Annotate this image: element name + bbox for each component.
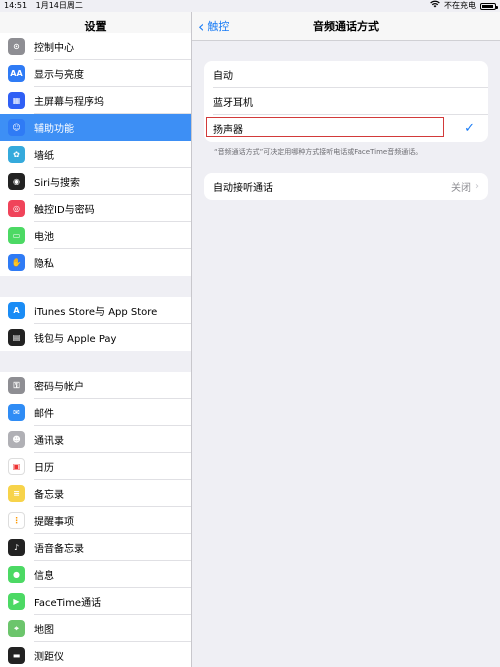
sidebar-item[interactable]: ☻ 通讯录: [0, 426, 191, 453]
page-title: 音频通话方式: [313, 20, 379, 33]
sidebar-item[interactable]: ≡ 备忘录: [0, 480, 191, 507]
sidebar-item-label: 控制中心: [34, 43, 74, 54]
option-speaker[interactable]: 扬声器 ✓: [204, 115, 488, 142]
flower-icon: ✿: [8, 146, 25, 163]
option-auto[interactable]: 自动: [204, 61, 488, 88]
sidebar-item[interactable]: ⋮ 提醒事项: [0, 507, 191, 534]
sidebar-item-label: 触控ID与密码: [34, 205, 95, 216]
sidebar-item-label: 钱包与 Apple Pay: [34, 334, 117, 345]
sidebar-item[interactable]: ☺ 辅助功能: [0, 114, 191, 141]
appstore-icon: A: [8, 302, 25, 319]
sidebar-item[interactable]: ♪ 语音备忘录: [0, 534, 191, 561]
aa-icon: AA: [8, 65, 25, 82]
key-icon: ⚿: [8, 377, 25, 394]
sidebar-item[interactable]: ⌖ 地图: [0, 615, 191, 642]
status-date: 1月14日周二: [35, 1, 83, 10]
settings-group: ⚿ 密码与帐户 ✉ 邮件 ☻ 通讯录 ▣ 日历 ≡ 备忘录 ⋮ 提醒事项 ♪ 语音备忘录 ● 信息 ▶ FaceT…: [0, 372, 191, 667]
sidebar-item-label: 日历: [34, 463, 54, 474]
sidebar-item-label: 语音备忘录: [34, 544, 84, 555]
sidebar-item[interactable]: ✿ 墙纸: [0, 141, 191, 168]
settings-group: AiTunes Store与 App Store ▤ 钱包与 Apple Pay: [0, 297, 191, 351]
option-label: 自动: [213, 71, 233, 82]
sidebar-item-label: FaceTime通话: [34, 598, 102, 609]
sidebar-item[interactable]: ● 信息: [0, 561, 191, 588]
option-label: 蓝牙耳机: [213, 98, 253, 109]
sidebar-item-label: 隐私: [34, 259, 54, 270]
siri-icon: ◉: [8, 173, 25, 190]
facetime-icon: ▶: [8, 593, 25, 610]
hand-icon: ✋: [8, 254, 25, 271]
sidebar-item[interactable]: ✋ 隐私: [0, 249, 191, 276]
audio-route-options: 自动 蓝牙耳机 扬声器 ✓: [204, 61, 488, 142]
sidebar-item[interactable]: AA 显示与亮度: [0, 60, 191, 87]
sidebar-item[interactable]: ✉ 邮件: [0, 399, 191, 426]
grid-icon: ▦: [8, 92, 25, 109]
sidebar-item-label: 提醒事项: [34, 517, 74, 528]
sidebar-item[interactable]: ▣ 日历: [0, 453, 191, 480]
maps-icon: ⌖: [8, 620, 25, 637]
sidebar-item-label: Siri与搜索: [34, 178, 81, 189]
sidebar-item[interactable]: ◎ 触控ID与密码: [0, 195, 191, 222]
notes-icon: ≡: [8, 485, 25, 502]
mail-icon: ✉: [8, 404, 25, 421]
sidebar-item-label: 墙纸: [34, 151, 54, 162]
chevron-right-icon: ›: [475, 181, 479, 192]
status-bar: 14:51 1月14日周二 不在充电: [0, 0, 500, 12]
sidebar-item[interactable]: ▦ 主屏幕与程序坞: [0, 87, 191, 114]
option-label: 扬声器: [213, 125, 243, 136]
battery-icon: ▭: [8, 227, 25, 244]
option-bluetooth[interactable]: 蓝牙耳机: [204, 88, 488, 115]
checkmark-icon: ✓: [464, 121, 475, 136]
footnote: “音频通话方式”可决定用哪种方式接听电话或FaceTime音频通话。: [214, 148, 423, 156]
sidebar-item[interactable]: AiTunes Store与 App Store: [0, 297, 191, 324]
sidebar-item-label: 辅助功能: [34, 124, 74, 135]
settings-sidebar: 设置 ⊙ 控制中心 AA 显示与亮度 ▦ 主屏幕与程序坞 ☺ 辅助功能 ✿ 墙纸 ◉ Siri与搜索 ◎…: [0, 12, 192, 667]
auto-answer-value: 关闭: [451, 183, 471, 194]
sidebar-item-label: 邮件: [34, 409, 54, 420]
sidebar-item-label: 电池: [34, 232, 54, 243]
toggle-icon: ⊙: [8, 38, 25, 55]
sidebar-item-label: 通讯录: [34, 436, 64, 447]
wallet-icon: ▤: [8, 329, 25, 346]
sidebar-item-label: 地图: [34, 625, 54, 636]
status-time: 14:51: [4, 1, 28, 10]
sidebar-item-label: 密码与帐户: [34, 382, 84, 393]
sidebar-item-label: 显示与亮度: [34, 70, 84, 81]
sidebar-item[interactable]: ▤ 钱包与 Apple Pay: [0, 324, 191, 351]
sidebar-item[interactable]: ▭ 电池: [0, 222, 191, 249]
sidebar-item[interactable]: ▬ 测距仪: [0, 642, 191, 667]
calendar-icon: ▣: [8, 458, 25, 475]
auto-answer-row[interactable]: 自动接听通话 关闭 ›: [204, 173, 488, 200]
sidebar-item[interactable]: ⊙ 控制中心: [0, 33, 191, 60]
voice-memo-icon: ♪: [8, 539, 25, 556]
sidebar-item-label: iTunes Store与 App Store: [34, 307, 158, 318]
reminders-icon: ⋮: [8, 512, 25, 529]
sidebar-item-label: 测距仪: [34, 652, 64, 663]
contacts-icon: ☻: [8, 431, 25, 448]
sidebar-item[interactable]: ◉ Siri与搜索: [0, 168, 191, 195]
sidebar-item-label: 信息: [34, 571, 54, 582]
detail-pane: ‹ 触控 音频通话方式 自动 蓝牙耳机 扬声器 ✓ “音频通话方式”可决定用哪种…: [192, 12, 500, 667]
fingerprint-icon: ◎: [8, 200, 25, 217]
nav-bar: ‹ 触控 音频通话方式: [192, 12, 500, 41]
sidebar-item[interactable]: ⚿ 密码与帐户: [0, 372, 191, 399]
auto-answer-group: 自动接听通话 关闭 ›: [204, 173, 488, 200]
sidebar-item-label: 主屏幕与程序坞: [34, 97, 104, 108]
battery-icon: [480, 2, 498, 10]
measure-icon: ▬: [8, 647, 25, 664]
sidebar-groups: ⊙ 控制中心 AA 显示与亮度 ▦ 主屏幕与程序坞 ☺ 辅助功能 ✿ 墙纸 ◉ Siri与搜索 ◎ 触控I…: [0, 33, 191, 667]
auto-answer-label: 自动接听通话: [213, 183, 273, 194]
sidebar-item-label: 备忘录: [34, 490, 64, 501]
charging-status: 不在充电: [444, 1, 476, 10]
sidebar-item[interactable]: ▶ FaceTime通话: [0, 588, 191, 615]
messages-icon: ●: [8, 566, 25, 583]
accessibility-icon: ☺: [8, 119, 25, 136]
settings-group: ⊙ 控制中心 AA 显示与亮度 ▦ 主屏幕与程序坞 ☺ 辅助功能 ✿ 墙纸 ◉ Siri与搜索 ◎ 触控I…: [0, 33, 191, 276]
wifi-icon: [430, 0, 440, 12]
